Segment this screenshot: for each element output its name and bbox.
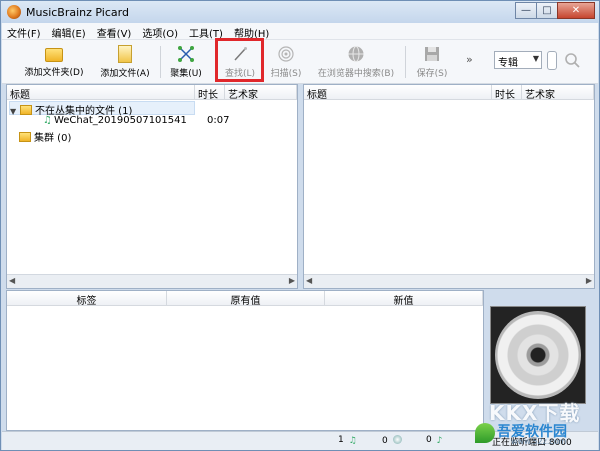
- toolbar-separator: [160, 46, 161, 78]
- file-icon: [118, 45, 132, 63]
- window-controls: — □ ✕: [515, 2, 595, 20]
- column-header-tag[interactable]: 标签: [7, 291, 167, 307]
- column-header-artist[interactable]: 艺术家: [225, 85, 297, 101]
- menu-tools[interactable]: 工具(T): [184, 23, 229, 40]
- search-input[interactable]: [547, 51, 557, 70]
- file-name: WeChat_20190507101541: [53, 115, 187, 126]
- minimize-icon: —: [521, 5, 531, 16]
- maximize-icon: □: [542, 5, 552, 16]
- metadata-box: 标签 原有值 新值: [6, 290, 484, 431]
- pending-files-value: 0: [382, 436, 388, 446]
- column-header-title[interactable]: 标题: [304, 85, 492, 101]
- window-title: MusicBrainz Picard: [26, 6, 129, 19]
- column-header-length[interactable]: 时长: [492, 85, 522, 101]
- minimize-button[interactable]: —: [515, 2, 537, 19]
- scroll-right-icon[interactable]: ▶: [586, 276, 592, 285]
- cd-icon: [495, 311, 581, 399]
- search-icon[interactable]: [563, 51, 581, 69]
- files-count: 1 ♫: [338, 435, 358, 446]
- globe-icon: [348, 46, 364, 62]
- tree-item-clusters[interactable]: 集群 (0): [19, 129, 199, 144]
- save-label: 保存(S): [416, 69, 448, 79]
- albums-count: 0 ♪: [426, 435, 446, 446]
- toolbar-separator: [405, 46, 406, 78]
- browser-lookup-label: 在浏览器中搜索(B): [317, 69, 395, 79]
- fingerprint-icon: [278, 46, 294, 62]
- cluster-icon: [178, 46, 194, 62]
- scroll-left-icon[interactable]: ◀: [9, 276, 15, 285]
- horizontal-scrollbar[interactable]: ◀ ▶: [304, 274, 594, 288]
- cluster-button[interactable]: 聚集(U): [167, 43, 205, 81]
- expand-arrow-icon: ▼: [10, 107, 17, 116]
- close-button[interactable]: ✕: [557, 2, 595, 19]
- pending-files: 0: [382, 435, 402, 446]
- add-files-label: 添加文件(A): [100, 69, 150, 79]
- menu-view[interactable]: 查看(V): [92, 23, 138, 40]
- chevron-down-icon: ▼: [532, 54, 539, 63]
- column-header-artist[interactable]: 艺术家: [522, 85, 594, 101]
- save-button[interactable]: 保存(S): [413, 43, 451, 81]
- folder-icon: [19, 132, 31, 142]
- scan-label: 扫描(S): [270, 69, 302, 79]
- file-length: 0:07: [207, 115, 230, 126]
- add-folder-label: 添加文件夹(D): [24, 68, 84, 78]
- search-type-value: 专辑: [498, 58, 518, 69]
- toolbar-overflow-button[interactable]: »: [466, 53, 473, 66]
- add-files-button[interactable]: 添加文件(A): [98, 43, 152, 81]
- scroll-left-icon[interactable]: ◀: [306, 276, 312, 285]
- column-header-title[interactable]: 标题: [7, 85, 195, 101]
- file-row[interactable]: ♫ WeChat_20190507101541 0:07: [43, 115, 293, 129]
- cover-art-box: [490, 306, 586, 404]
- menu-edit[interactable]: 编辑(E): [47, 23, 92, 40]
- title-bar: MusicBrainz Picard — □ ✕: [1, 1, 599, 23]
- watermark-url: www.52z.com: [511, 437, 567, 446]
- albums-count-value: 0: [426, 435, 432, 445]
- horizontal-scrollbar[interactable]: ◀ ▶: [7, 274, 297, 288]
- audio-file-icon: ♫: [43, 115, 52, 126]
- scan-button[interactable]: 扫描(S): [268, 43, 304, 81]
- search-type-select[interactable]: 专辑 ▼: [494, 51, 542, 69]
- menu-options[interactable]: 选项(O): [137, 23, 184, 40]
- folder-icon: [45, 48, 63, 62]
- lookup-highlight-box: [215, 38, 264, 82]
- column-header-original-value[interactable]: 原有值: [167, 291, 325, 307]
- close-icon: ✕: [571, 5, 581, 16]
- menu-help[interactable]: 帮助(H): [229, 23, 275, 40]
- browser-lookup-button[interactable]: 在浏览器中搜索(B): [314, 43, 398, 81]
- album-pane: 标题 时长 艺术家 ◀ ▶: [303, 84, 595, 289]
- add-folder-button[interactable]: 添加文件夹(D): [22, 43, 86, 81]
- clusters-label: 集群 (0): [34, 133, 72, 144]
- picard-logo-icon: [7, 5, 21, 19]
- cluster-label: 聚集(U): [170, 69, 202, 79]
- scroll-right-icon[interactable]: ▶: [289, 276, 295, 285]
- music-file-icon: ♫: [348, 436, 357, 446]
- music-note-icon: ♪: [436, 436, 443, 446]
- disc-icon: [392, 435, 402, 444]
- column-header-length[interactable]: 时长: [195, 85, 225, 101]
- file-pane: 标题 时长 艺术家 ▼ 不在丛集中的文件 (1) ♫ WeChat_20190507…: [6, 84, 298, 289]
- menu-bar: 文件(F) 编辑(E) 查看(V) 选项(O) 工具(T) 帮助(H): [2, 23, 598, 40]
- column-header-new-value[interactable]: 新值: [325, 291, 483, 307]
- maximize-button[interactable]: □: [536, 2, 558, 19]
- main-window: MusicBrainz Picard — □ ✕ 文件(F) 编辑(E) 查看(…: [0, 0, 600, 451]
- floppy-disk-icon: [425, 47, 439, 61]
- watermark-logo-icon: [475, 423, 495, 443]
- files-count-value: 1: [338, 435, 344, 445]
- menu-file[interactable]: 文件(F): [2, 23, 47, 40]
- tree-item-unclustered[interactable]: ▼ 不在丛集中的文件 (1): [9, 101, 195, 117]
- folder-icon: [20, 105, 32, 115]
- site-watermark: KKX下载 吾爱软件园 www.52z.com: [471, 397, 599, 449]
